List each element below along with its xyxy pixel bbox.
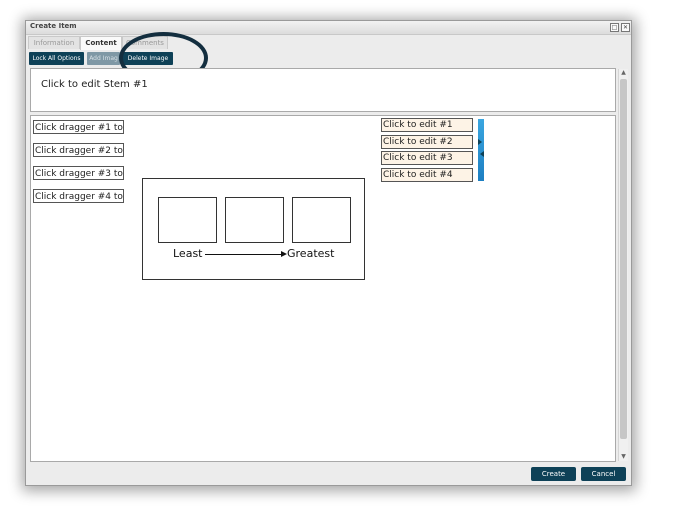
greatest-label: Greatest (287, 247, 335, 260)
create-button[interactable]: Create (531, 467, 576, 481)
dragger-3[interactable]: Click dragger #3 to (33, 166, 124, 180)
vertical-scrollbar[interactable]: ▲ ▼ (618, 69, 628, 461)
target-4[interactable]: Click to edit #4 (381, 168, 473, 182)
arrow-right-icon (478, 139, 482, 145)
target-3[interactable]: Click to edit #3 (381, 151, 473, 165)
ordering-image[interactable]: Least Greatest (142, 178, 365, 280)
create-item-window: Create Item □ ✕ Information Content Comm… (25, 20, 632, 486)
lock-all-options-button[interactable]: Lock All Options (29, 52, 84, 65)
image-slot-3 (292, 197, 351, 243)
content-canvas[interactable]: Click dragger #1 to Click dragger #2 to … (30, 115, 616, 462)
target-1[interactable]: Click to edit #1 (381, 118, 473, 132)
stem-editor[interactable]: Click to edit Stem #1 (30, 68, 616, 112)
scroll-down-icon[interactable]: ▼ (619, 453, 628, 461)
scroll-thumb[interactable] (620, 79, 627, 439)
dragger-4[interactable]: Click dragger #4 to (33, 189, 124, 203)
image-slot-1 (158, 197, 217, 243)
least-label: Least (173, 247, 203, 260)
image-slot-2 (225, 197, 284, 243)
resize-handle-bar[interactable] (478, 119, 484, 181)
arrow-left-icon (480, 151, 484, 157)
close-icon[interactable]: ✕ (621, 23, 630, 32)
dragger-1[interactable]: Click dragger #1 to (33, 120, 124, 134)
stem-text: Click to edit Stem #1 (41, 79, 148, 90)
tab-information[interactable]: Information (28, 36, 80, 49)
maximize-icon[interactable]: □ (610, 23, 619, 32)
dragger-2[interactable]: Click dragger #2 to (33, 143, 124, 157)
target-2[interactable]: Click to edit #2 (381, 135, 473, 149)
cancel-button[interactable]: Cancel (581, 467, 626, 481)
tab-content[interactable]: Content (80, 36, 122, 50)
title-bar: Create Item □ ✕ (26, 21, 631, 35)
arrow-line (205, 254, 282, 255)
scroll-up-icon[interactable]: ▲ (619, 69, 628, 77)
window-title: Create Item (30, 22, 77, 30)
add-image-button[interactable]: Add Imag (87, 52, 120, 65)
